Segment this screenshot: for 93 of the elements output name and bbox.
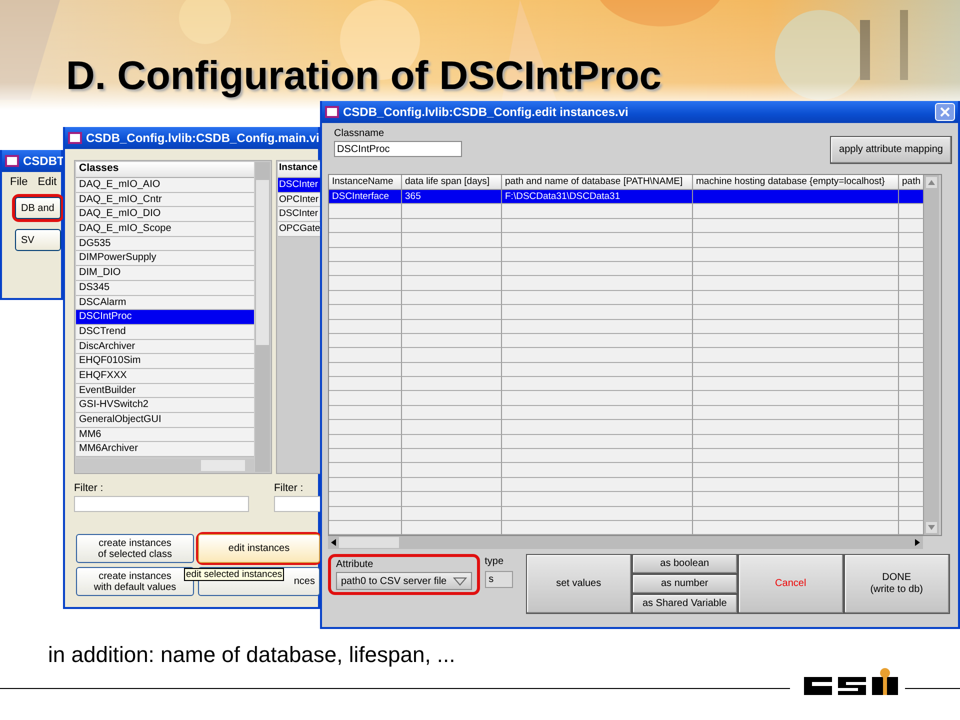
list-header: Instance (278, 162, 322, 178)
scrollbar[interactable] (255, 162, 270, 472)
close-icon (939, 106, 951, 118)
table-cell (899, 362, 924, 378)
table-cell (899, 334, 924, 348)
field-label: Attribute (336, 559, 374, 570)
table-cell (899, 506, 924, 521)
window-button[interactable]: DB and (15, 197, 61, 219)
close-button[interactable] (935, 103, 955, 121)
list-item[interactable]: DSCInter (278, 178, 322, 193)
column-header: machine hosting database {empty=localhost} (693, 175, 899, 190)
table-cell (899, 391, 924, 406)
table-cell (899, 478, 924, 492)
list-item[interactable]: MM6 (76, 428, 254, 442)
column-header: data life span [days] (402, 175, 502, 190)
table-cell (899, 449, 924, 464)
scrollbar[interactable] (76, 459, 254, 472)
apply-button[interactable]: apply attribute mapping (830, 136, 952, 164)
menu-item[interactable]: File (10, 176, 28, 188)
table-cell (899, 520, 924, 536)
scrollbar[interactable] (328, 536, 923, 550)
table-cell (899, 276, 924, 291)
list-item[interactable]: DSCInter (278, 207, 322, 222)
column-header: InstanceName (329, 175, 402, 190)
table-cell (899, 262, 924, 276)
table-cell (899, 320, 924, 334)
list-item[interactable]: EventBuilder (76, 384, 254, 398)
list-item[interactable]: DG535 (76, 236, 254, 252)
scroll-thumb[interactable] (339, 537, 399, 548)
table-cell (899, 434, 924, 450)
table-cell (899, 248, 924, 262)
action-button[interactable]: DONE (write to db) (844, 554, 950, 614)
list-item[interactable]: DAQ_E_mIO_Cntr (76, 192, 254, 208)
list-item[interactable]: DSCAlarm (76, 296, 254, 310)
action-button[interactable]: as Shared Variable (632, 594, 738, 614)
action-button[interactable]: set values (526, 554, 632, 614)
scrollbar[interactable] (924, 175, 939, 536)
list-item[interactable]: DiscArchiver (76, 340, 254, 354)
table-cell (899, 420, 924, 435)
field-label: type (484, 556, 505, 568)
dropdown-arrow-icon (452, 576, 467, 586)
menu-item[interactable]: Edit (38, 176, 57, 188)
list-item[interactable]: GeneralObjectGUI (76, 413, 254, 428)
list-item[interactable]: DSCIntProc (76, 310, 254, 325)
slide-title: D. Configuration of DSCIntProc (66, 54, 662, 99)
app-icon (325, 106, 339, 118)
window-title: CSDBT (23, 154, 64, 168)
list-item[interactable]: EHQFXXX (76, 368, 254, 384)
window-title: CSDB_Config.lvlib:CSDB_Config.main.vi (86, 131, 320, 145)
filter-label: Filter : (74, 482, 104, 494)
window-button[interactable]: SV (15, 229, 61, 251)
list-item[interactable]: DSCTrend (76, 324, 254, 340)
table-row[interactable]: DSCInterface 365 F:\DSCData31\DSCData31 (329, 190, 924, 204)
list-header: Classes (76, 162, 254, 178)
table-cell (899, 290, 924, 306)
column-header: path and name of database [PATH\NAME] (502, 175, 693, 190)
tooltip: edit selected instances (184, 568, 284, 582)
column-header: path (899, 175, 924, 190)
app-icon (5, 155, 19, 167)
action-button[interactable]: as boolean (632, 554, 738, 574)
app-icon (68, 132, 82, 144)
action-button[interactable]: as number (632, 574, 738, 594)
list-item[interactable]: DS345 (76, 280, 254, 296)
list-item[interactable]: DIMPowerSupply (76, 251, 254, 266)
filter-label: Filter : (274, 482, 304, 494)
slide-text: in addition: name of database, lifespan, ... (48, 642, 456, 668)
table-cell (899, 377, 924, 392)
list-item[interactable]: DAQ_E_mIO_Scope (76, 222, 254, 237)
list-item[interactable]: DIM_DIO (76, 266, 254, 281)
list-item[interactable]: DAQ_E_mIO_AIO (76, 178, 254, 193)
attribute-dropdown[interactable]: path0 to CSV server file (336, 572, 472, 590)
window-title: CSDB_Config.lvlib:CSDB_Config.edit instances.vi (343, 105, 628, 119)
list-item[interactable]: MM6Archiver (76, 442, 254, 458)
field-label: Classname (334, 128, 386, 139)
table-cell (899, 463, 924, 478)
table-cell (899, 348, 924, 363)
table-cell (899, 218, 924, 234)
list-item[interactable]: EHQF010Sim (76, 354, 254, 369)
table-cell (899, 233, 924, 248)
table-cell (899, 305, 924, 320)
classname-field[interactable]: DSCIntProc (334, 141, 462, 157)
list-item[interactable]: OPCGate (278, 222, 322, 237)
filter-field[interactable] (74, 496, 249, 512)
scroll-up-icon[interactable] (926, 177, 937, 188)
type-field[interactable]: s (484, 571, 513, 588)
action-button[interactable]: create instances of selected class (76, 534, 194, 564)
scroll-down-icon[interactable] (926, 522, 937, 534)
table-cell (899, 492, 924, 507)
table-cell (899, 406, 924, 420)
table-cell (899, 204, 924, 219)
list-item[interactable]: DAQ_E_mIO_DIO (76, 207, 254, 222)
action-button[interactable]: edit instances (198, 534, 320, 564)
list-item[interactable]: GSI-HVSwitch2 (76, 398, 254, 413)
